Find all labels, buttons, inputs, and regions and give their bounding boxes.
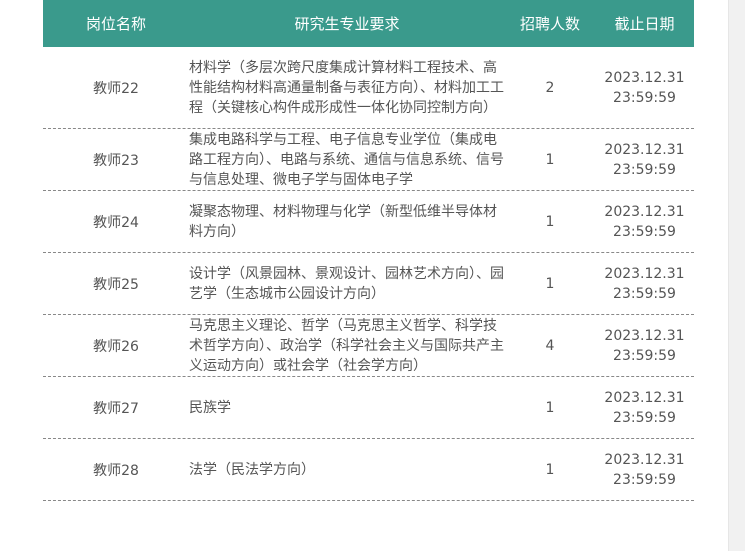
recruit-count: 4 <box>545 337 555 354</box>
deadline: 2023.12.31 23:59:59 <box>604 265 685 302</box>
major-requirement: 材料学（多层次跨尺度集成计算材料工程技术、高性能结构材料高通量制备与表征方向）、… <box>189 59 504 116</box>
recruit-count: 1 <box>545 275 555 292</box>
deadline: 2023.12.31 23:59:59 <box>604 203 685 240</box>
header-position-name: 岗位名称 <box>85 15 146 33</box>
table-row: 教师24 凝聚态物理、材料物理与化学（新型低维半导体材料方向） 1 2023.1… <box>43 191 694 253</box>
recruitment-table: 岗位名称 研究生专业要求 招聘人数 截止日期 教师22 材料学（多层次跨尺度集成… <box>43 0 694 501</box>
table-row: 教师25 设计学（风景园林、景观设计、园林艺术方向）、园艺学（生态城市公园设计方… <box>43 253 694 315</box>
table-row: 教师22 材料学（多层次跨尺度集成计算材料工程技术、高性能结构材料高通量制备与表… <box>43 47 694 129</box>
position-name: 教师22 <box>93 80 139 97</box>
position-name: 教师27 <box>93 400 139 417</box>
major-requirement: 集成电路科学与工程、电子信息专业学位（集成电路工程方向）、电路与系统、通信与信息… <box>189 131 504 188</box>
position-name: 教师26 <box>93 338 139 355</box>
recruit-count: 1 <box>545 151 555 168</box>
position-name: 教师25 <box>93 276 139 293</box>
deadline: 2023.12.31 23:59:59 <box>604 389 685 426</box>
table-header: 岗位名称 研究生专业要求 招聘人数 截止日期 <box>43 0 694 47</box>
table-row: 教师28 法学（民法学方向） 1 2023.12.31 23:59:59 <box>43 439 694 501</box>
major-requirement: 马克思主义理论、哲学（马克思主义哲学、科学技术哲学方向）、政治学（科学社会主义与… <box>189 317 504 374</box>
table-row: 教师23 集成电路科学与工程、电子信息专业学位（集成电路工程方向）、电路与系统、… <box>43 129 694 191</box>
position-name: 教师24 <box>93 214 139 231</box>
recruit-count: 1 <box>545 399 555 416</box>
major-requirement: 民族学 <box>189 399 231 416</box>
position-name: 教师28 <box>93 462 139 479</box>
header-deadline: 截止日期 <box>614 15 675 33</box>
table-row: 教师26 马克思主义理论、哲学（马克思主义哲学、科学技术哲学方向）、政治学（科学… <box>43 315 694 377</box>
header-major-requirement: 研究生专业要求 <box>294 15 400 33</box>
major-requirement: 法学（民法学方向） <box>189 461 315 478</box>
table-row: 教师27 民族学 1 2023.12.31 23:59:59 <box>43 377 694 439</box>
recruit-count: 2 <box>545 79 555 96</box>
major-requirement: 设计学（风景园林、景观设计、园林艺术方向）、园艺学（生态城市公园设计方向） <box>189 265 504 302</box>
header-recruit-count: 招聘人数 <box>519 15 580 33</box>
position-name: 教师23 <box>93 152 139 169</box>
vertical-scrollbar[interactable] <box>728 0 745 551</box>
deadline: 2023.12.31 23:59:59 <box>604 141 685 178</box>
recruit-count: 1 <box>545 213 555 230</box>
major-requirement: 凝聚态物理、材料物理与化学（新型低维半导体材料方向） <box>189 203 497 240</box>
recruit-count: 1 <box>545 461 555 478</box>
deadline: 2023.12.31 23:59:59 <box>604 69 685 106</box>
deadline: 2023.12.31 23:59:59 <box>604 451 685 488</box>
deadline: 2023.12.31 23:59:59 <box>604 327 685 364</box>
